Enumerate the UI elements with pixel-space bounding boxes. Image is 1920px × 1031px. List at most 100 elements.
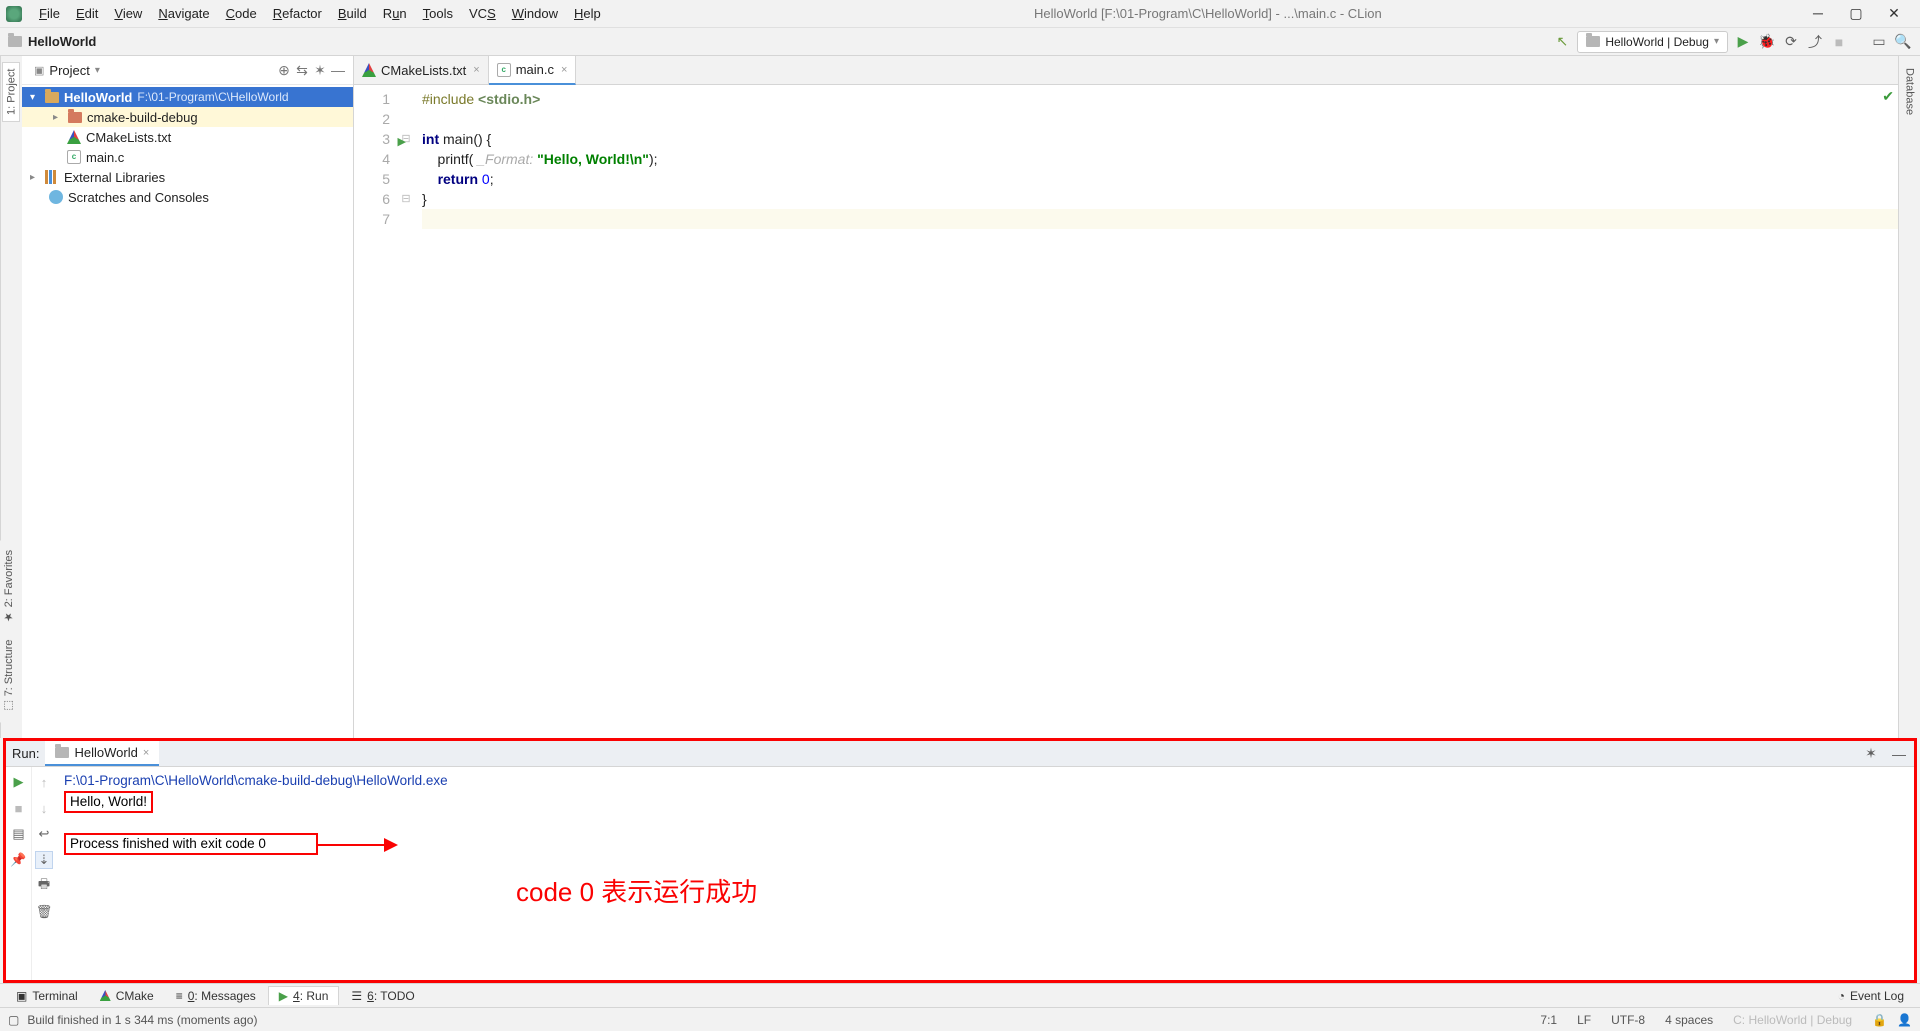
- tree-scratches[interactable]: Scratches and Consoles: [22, 187, 353, 207]
- tree-item-cmakelists[interactable]: CMakeLists.txt: [22, 127, 353, 147]
- debug-button-icon[interactable]: 🐞: [1758, 33, 1776, 51]
- run-tab-bottom[interactable]: ▶4: Run: [268, 986, 340, 1005]
- menu-code[interactable]: Code: [219, 4, 264, 23]
- stop-button-icon[interactable]: ■: [1830, 33, 1848, 51]
- tab-label: main.c: [516, 62, 554, 77]
- locate-icon[interactable]: ⊕: [275, 61, 293, 79]
- pin-icon[interactable]: 📌: [10, 851, 28, 869]
- close-button[interactable]: ✕: [1884, 5, 1904, 22]
- line-number: 6: [354, 189, 390, 209]
- run-icon: ▶: [279, 989, 288, 1003]
- layout-icon[interactable]: ▤: [10, 825, 28, 843]
- up-arrow-icon[interactable]: ↑: [35, 773, 53, 791]
- menu-edit[interactable]: Edit: [69, 4, 105, 23]
- fold-end-icon[interactable]: ⊟: [396, 189, 416, 209]
- line-separator[interactable]: LF: [1567, 1013, 1601, 1027]
- breadcrumb-project[interactable]: HelloWorld: [28, 34, 96, 49]
- menu-build[interactable]: Build: [331, 4, 374, 23]
- project-panel: ▣ Project ▾ ⊕ ⇆ ✶ — ▾ HelloWorld F:\01-P…: [22, 56, 354, 738]
- tree-item-label: Scratches and Consoles: [68, 190, 209, 205]
- close-icon[interactable]: ×: [143, 747, 149, 759]
- status-window-icon[interactable]: ▢: [8, 1013, 19, 1027]
- hide-minus-icon[interactable]: —: [1890, 745, 1908, 763]
- window-controls: ─ ▢ ✕: [1808, 5, 1914, 22]
- run-console[interactable]: F:\01-Program\C\HelloWorld\cmake-build-d…: [56, 767, 1914, 980]
- settings-gear-icon[interactable]: ✶: [311, 61, 329, 79]
- status-bar: ▢ Build finished in 1 s 344 ms (moments …: [0, 1007, 1920, 1031]
- project-panel-header: ▣ Project ▾ ⊕ ⇆ ✶ —: [22, 56, 353, 85]
- library-icon: [45, 170, 59, 184]
- tree-item-mainc[interactable]: c main.c: [22, 147, 353, 167]
- rerun-icon[interactable]: ▶: [10, 773, 28, 791]
- inspection-ok-icon[interactable]: ✔: [1882, 88, 1894, 105]
- inspections-icon[interactable]: 👤: [1897, 1013, 1912, 1027]
- event-log-tab[interactable]: ◔Event Log: [1828, 987, 1914, 1005]
- tree-external-libraries[interactable]: ▸ External Libraries: [22, 167, 353, 187]
- cmake-file-icon: [362, 63, 376, 77]
- chevron-down-icon: ▾: [30, 92, 40, 103]
- menu-vcs[interactable]: VCS: [462, 4, 503, 23]
- maximize-button[interactable]: ▢: [1846, 5, 1866, 22]
- file-encoding[interactable]: UTF-8: [1601, 1013, 1655, 1027]
- messages-tab[interactable]: ≡0: Messages: [166, 987, 266, 1005]
- coverage-icon[interactable]: ⟳: [1782, 33, 1800, 51]
- editor-tab-mainc[interactable]: c main.c ×: [489, 56, 577, 85]
- menu-refactor[interactable]: Refactor: [266, 4, 329, 23]
- collapse-all-icon[interactable]: ⇆: [293, 61, 311, 79]
- down-arrow-icon[interactable]: ↓: [35, 799, 53, 817]
- run-config-selector[interactable]: HelloWorld | Debug ▾: [1577, 31, 1728, 53]
- code-area[interactable]: #include <stdio.h> int main() { printf( …: [416, 85, 1898, 738]
- trash-icon[interactable]: 🗑: [35, 903, 53, 921]
- database-tool-tab[interactable]: Database: [1902, 62, 1918, 121]
- menu-run[interactable]: Run: [376, 4, 414, 23]
- scroll-to-end-icon[interactable]: ⇣: [35, 851, 53, 869]
- editor-body[interactable]: 1 2 3▶ 4 5 6 7 ⊟ ⊟ #include <stdio.h> in…: [354, 85, 1898, 738]
- lock-icon[interactable]: 🔒: [1862, 1013, 1897, 1027]
- stop-icon[interactable]: ■: [10, 799, 28, 817]
- console-output-hello: Hello, World!: [64, 791, 153, 813]
- print-icon[interactable]: 🖶: [35, 877, 53, 895]
- menu-file[interactable]: File: [32, 4, 67, 23]
- minimize-button[interactable]: ─: [1808, 5, 1828, 22]
- project-tool-tab[interactable]: 1: Project: [3, 62, 21, 122]
- run-button-icon[interactable]: ▶: [1734, 33, 1752, 51]
- menu-window[interactable]: Window: [505, 4, 565, 23]
- annotation-text: code 0 表示运行成功: [516, 872, 757, 909]
- editor-tab-cmakelists[interactable]: CMakeLists.txt ×: [354, 56, 489, 84]
- terminal-tab[interactable]: ▣Terminal: [6, 987, 88, 1005]
- build-hammer-icon[interactable]: ↖: [1553, 33, 1571, 51]
- todo-tab[interactable]: ☰6: TODO: [341, 987, 424, 1005]
- line-number: 3▶: [354, 129, 390, 149]
- indent-setting[interactable]: 4 spaces: [1655, 1013, 1723, 1027]
- profile-icon[interactable]: ⤴: [1806, 33, 1824, 51]
- tree-root-path: F:\01-Program\C\HelloWorld: [137, 90, 288, 104]
- tree-item-label: CMakeLists.txt: [86, 130, 171, 145]
- favorites-tool-tab[interactable]: ★ 2: Favorites: [0, 542, 22, 632]
- layout-icon[interactable]: ▭: [1870, 33, 1888, 51]
- event-log-icon: ◔: [1838, 989, 1845, 1003]
- hide-minus-icon[interactable]: —: [329, 61, 347, 79]
- search-everywhere-icon[interactable]: 🔍: [1894, 33, 1912, 51]
- settings-gear-icon[interactable]: ✶: [1862, 745, 1880, 763]
- structure-tool-tab[interactable]: ⬚ 7: Structure: [0, 632, 22, 721]
- tree-root[interactable]: ▾ HelloWorld F:\01-Program\C\HelloWorld: [22, 87, 353, 107]
- menu-tools[interactable]: Tools: [416, 4, 460, 23]
- close-icon[interactable]: ×: [559, 64, 567, 76]
- close-icon[interactable]: ×: [471, 64, 479, 76]
- editor-area: CMakeLists.txt × c main.c × 1 2 3▶ 4 5 6…: [354, 56, 1898, 738]
- navigation-bar: HelloWorld ↖ HelloWorld | Debug ▾ ▶ 🐞 ⟳ …: [0, 28, 1920, 56]
- folder-icon: [68, 112, 82, 123]
- project-panel-title[interactable]: ▣ Project ▾: [28, 61, 106, 80]
- soft-wrap-icon[interactable]: ↩: [35, 825, 53, 843]
- menu-view[interactable]: View: [107, 4, 149, 23]
- menu-navigate[interactable]: Navigate: [151, 4, 216, 23]
- cmake-tab[interactable]: CMake: [90, 987, 164, 1005]
- context-config[interactable]: C: HelloWorld | Debug: [1723, 1013, 1862, 1027]
- caret-position[interactable]: 7:1: [1530, 1013, 1567, 1027]
- tree-item-label: External Libraries: [64, 170, 165, 185]
- tree-item-cmake-build-debug[interactable]: ▸ cmake-build-debug: [22, 107, 353, 127]
- run-gutter-icon[interactable]: ▶: [398, 132, 406, 152]
- run-tab[interactable]: HelloWorld ×: [45, 741, 159, 766]
- menu-help[interactable]: Help: [567, 4, 608, 23]
- fold-gutter: ⊟ ⊟: [396, 85, 416, 738]
